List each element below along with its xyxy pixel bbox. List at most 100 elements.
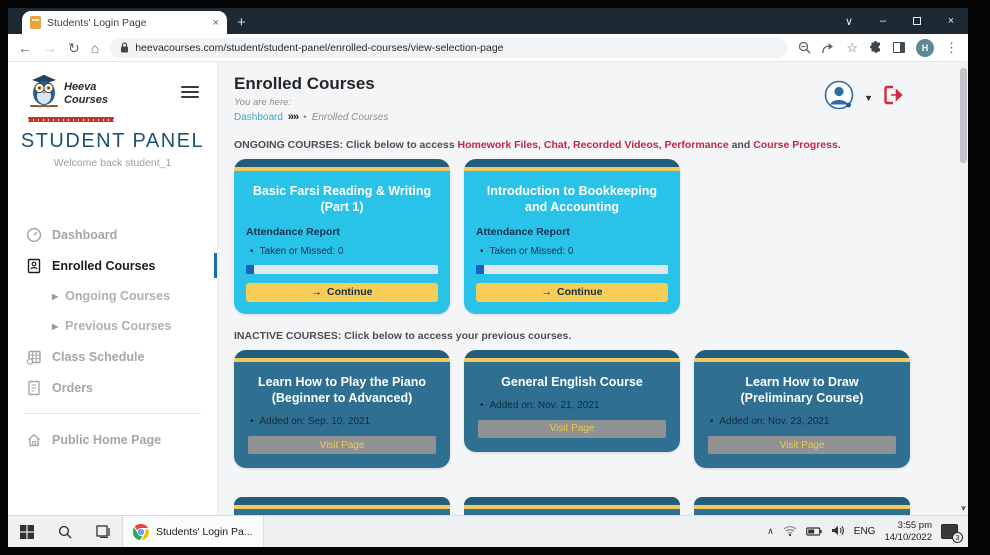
attendance-report-label: Attendance Report (246, 225, 340, 238)
logout-icon[interactable] (883, 85, 905, 110)
continue-button[interactable]: → Continue (246, 282, 438, 302)
breadcrumb-dashboard-link[interactable]: Dashboard (234, 112, 283, 123)
course-card-inactive: Learn How to Play the Piano (Beginner to… (234, 349, 450, 468)
welcome-message: Welcome back student_1 (53, 157, 172, 169)
inactive-cards-row: Learn How to Play the Piano (Beginner to… (234, 349, 945, 468)
window-minimize-button[interactable]: – (866, 8, 900, 34)
back-icon[interactable]: ← (18, 41, 32, 55)
sidebar-item-dashboard[interactable]: Dashboard (8, 219, 217, 250)
attendance-stat: • Taken or Missed: 0 (250, 245, 344, 257)
sidebar-item-class-schedule[interactable]: Class Schedule (8, 341, 217, 372)
visit-page-button[interactable]: Visit Page (248, 436, 436, 454)
lock-icon (120, 42, 129, 53)
user-avatar[interactable] (824, 80, 854, 115)
course-card-stub (694, 497, 910, 515)
start-button[interactable] (8, 516, 46, 547)
page-scrollbar[interactable]: ▼ (959, 62, 968, 515)
taskbar-app-label: Students' Login Pa... (156, 525, 253, 538)
heeva-logo: Heeva Courses (28, 72, 114, 122)
page-header: Enrolled Courses You are here: Dashboard… (234, 74, 388, 123)
sidebar-item-previous-courses[interactable]: ▶ Previous Courses (8, 311, 217, 341)
tray-clock[interactable]: 3:55 pm 14/10/2022 (884, 520, 932, 544)
inactive-courses-heading: INACTIVE COURSES: Click below to access … (234, 329, 572, 342)
continue-button[interactable]: → Continue (476, 282, 668, 302)
course-card-stub (234, 497, 450, 515)
enrolled-courses-icon (27, 258, 41, 273)
course-title: General English Course (501, 374, 643, 389)
attendance-progress-fill (246, 264, 254, 274)
task-view-icon (95, 525, 110, 538)
task-view-button[interactable] (84, 516, 122, 547)
window-menu-chevron-icon[interactable]: ∨ (832, 8, 866, 34)
new-tab-button[interactable]: + (237, 15, 246, 30)
browser-menu-icon[interactable]: ⋮ (945, 40, 958, 56)
breadcrumb-current: Enrolled Courses (311, 111, 389, 123)
screenshot-frame: Students' Login Page × + ∨ – × ← → ↻ ⌂ h… (0, 0, 990, 555)
breadcrumb-dot: • (303, 111, 307, 123)
system-tray: ∧ ENG 3:55 pm 14/10/2022 3 (767, 516, 968, 547)
attendance-stat: • Taken or Missed: 0 (480, 245, 574, 257)
class-schedule-icon (26, 350, 41, 365)
battery-icon[interactable] (805, 523, 822, 541)
speaker-icon[interactable] (831, 523, 845, 541)
sidebar-item-enrolled-courses[interactable]: Enrolled Courses (8, 250, 217, 281)
reload-icon[interactable]: ↻ (68, 41, 80, 55)
scrollbar-thumb[interactable] (960, 68, 967, 163)
chevron-down-icon[interactable]: ▼ (864, 93, 873, 103)
browser-profile-avatar[interactable]: H (916, 38, 934, 57)
window-close-button[interactable]: × (934, 8, 968, 34)
brand-name: Heeva Courses (64, 80, 109, 106)
scroll-down-arrow-icon[interactable]: ▼ (959, 504, 968, 513)
sidebar-menu: Dashboard Enrolled Courses ▶ Ongoing Cou… (8, 219, 217, 455)
browser-tab[interactable]: Students' Login Page × (22, 11, 227, 34)
arrow-right-icon: → (311, 286, 323, 298)
extensions-puzzle-icon[interactable] (869, 41, 882, 54)
feature-performance: Performance (664, 139, 729, 151)
address-bar[interactable]: heevacourses.com/student/student-panel/e… (110, 37, 788, 58)
visit-page-button[interactable]: Visit Page (708, 436, 896, 454)
notification-badge: 3 (952, 532, 963, 543)
brand-tagline-ribbon (28, 117, 114, 122)
next-cards-row-clipped (234, 497, 945, 515)
card-top-bar (464, 349, 680, 358)
windows-taskbar: Students' Login Pa... ∧ ENG 3:55 pm 14/1… (8, 515, 968, 547)
you-are-here-label: You are here: (234, 97, 292, 108)
card-top-bar (694, 349, 910, 358)
forward-icon[interactable]: → (43, 41, 57, 55)
taskbar-search-button[interactable] (46, 516, 84, 547)
window-restore-button[interactable] (900, 8, 934, 34)
card-top-bar (234, 159, 450, 167)
sidebar-item-public-home-page[interactable]: Public Home Page (8, 424, 217, 455)
side-panel-icon[interactable] (893, 42, 905, 53)
brand-row: Heeva Courses (8, 72, 217, 122)
home-icon[interactable]: ⌂ (91, 41, 99, 55)
attendance-progress-bar (476, 264, 668, 274)
bullet-icon: • (480, 245, 484, 257)
main-content: Enrolled Courses You are here: Dashboard… (218, 62, 959, 515)
search-icon (58, 525, 72, 538)
share-icon[interactable] (822, 42, 835, 54)
course-title: Learn How to Draw (Preliminary Course) (740, 374, 864, 405)
ongoing-courses-heading: ONGOING COURSES: Click below to access H… (234, 139, 841, 151)
added-on-line: • Added on: Nov. 23, 2021 (710, 416, 830, 427)
wifi-icon[interactable] (783, 523, 797, 541)
breadcrumb-chevrons-icon: »» (287, 111, 299, 123)
language-indicator[interactable]: ENG (854, 526, 876, 537)
visit-page-button[interactable]: Visit Page (478, 419, 666, 438)
bullet-icon: • (250, 416, 254, 427)
feature-homework-files: Homework Files, (457, 139, 541, 151)
taskbar-app-chrome[interactable]: Students' Login Pa... (122, 516, 264, 547)
sidebar-item-orders[interactable]: Orders (8, 372, 217, 403)
tray-chevron-up-icon[interactable]: ∧ (767, 526, 774, 537)
restore-icon (913, 17, 921, 25)
sidebar-item-ongoing-courses[interactable]: ▶ Ongoing Courses (8, 281, 217, 311)
tab-title: Students' Login Page (47, 16, 147, 29)
zoom-out-icon[interactable] (798, 41, 811, 54)
bookmark-star-icon[interactable]: ☆ (846, 40, 858, 56)
dashboard-icon (26, 227, 42, 242)
windows-logo-icon (20, 524, 34, 539)
notification-center-icon[interactable]: 3 (941, 524, 963, 543)
tray-time: 3:55 pm (897, 519, 932, 531)
sidebar-toggle-menu-icon[interactable] (181, 86, 199, 98)
tab-close-icon[interactable]: × (213, 17, 219, 29)
